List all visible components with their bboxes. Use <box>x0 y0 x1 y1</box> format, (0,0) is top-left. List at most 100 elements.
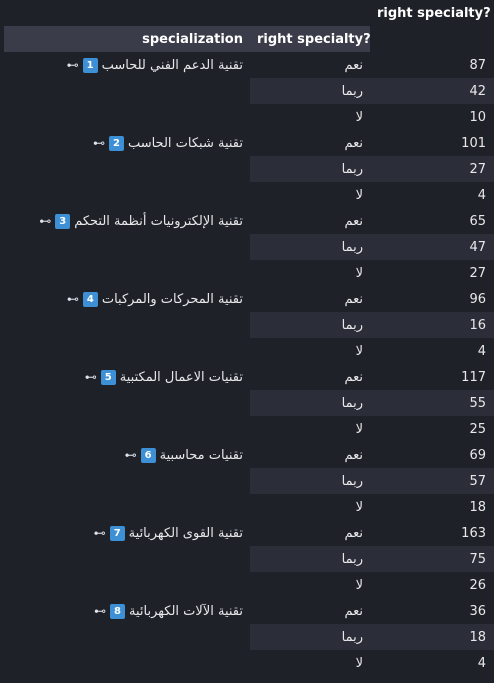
table-row: تقنية القوى الكهربائية 7 ⊶ نعم 163 <box>4 520 494 546</box>
table-row: ربما 42 <box>4 78 494 104</box>
value-cell: 42 <box>370 78 494 104</box>
value-cell: 4 <box>370 650 494 676</box>
number-badge-icon: 7 <box>109 525 125 541</box>
number-badge-icon: 6 <box>140 447 156 463</box>
table-row: ربما 27 <box>4 156 494 182</box>
header-row-top: right specialty? <box>4 0 494 26</box>
value-cell: 27 <box>370 260 494 286</box>
specialization-cell <box>4 650 250 676</box>
value-cell: 10 <box>370 104 494 130</box>
header-empty-value <box>370 26 494 52</box>
table-row: ربما 57 <box>4 468 494 494</box>
number-badge-icon: 2 <box>108 135 124 151</box>
key-icon: ⊶ <box>66 58 79 72</box>
value-cell: 18 <box>370 624 494 650</box>
value-cell: 96 <box>370 286 494 312</box>
specialization-name: تقنيات الاعمال المكتبية <box>119 369 243 385</box>
header-empty-answer <box>250 0 370 26</box>
specialization-cell <box>4 156 250 182</box>
key-icon: ⊶ <box>84 370 97 384</box>
key-icon: ⊶ <box>92 136 105 150</box>
value-cell: 18 <box>370 494 494 520</box>
answer-cell: ربما <box>250 468 370 494</box>
pivot-table: right specialty? specialization right sp… <box>4 0 494 676</box>
value-cell: 75 <box>370 546 494 572</box>
answer-cell: ربما <box>250 312 370 338</box>
specialization-name: تقنية القوى الكهربائية <box>128 525 243 541</box>
specialization-cell <box>4 234 250 260</box>
answer-cell: ربما <box>250 546 370 572</box>
specialization-cell: تقنية الإلكترونيات أنظمة التحكم 3 ⊶ <box>4 208 250 234</box>
value-cell: 26 <box>370 572 494 598</box>
answer-cell: ربما <box>250 78 370 104</box>
specialization-cell <box>4 494 250 520</box>
specialization-label: تقنيات الاعمال المكتبية 5 ⊶ <box>84 369 243 385</box>
specialization-cell: تقنية القوى الكهربائية 7 ⊶ <box>4 520 250 546</box>
specialization-cell <box>4 390 250 416</box>
value-cell: 16 <box>370 312 494 338</box>
answer-cell: ربما <box>250 156 370 182</box>
specialization-label: تقنية الإلكترونيات أنظمة التحكم 3 ⊶ <box>39 213 243 229</box>
key-icon: ⊶ <box>39 214 52 228</box>
specialization-cell <box>4 78 250 104</box>
specialization-name: تقنية الآلات الكهربائية <box>129 603 243 619</box>
value-cell: 55 <box>370 390 494 416</box>
answer-cell: نعم <box>250 130 370 156</box>
answer-cell: ربما <box>250 390 370 416</box>
table-row: لا 4 <box>4 650 494 676</box>
value-cell: 36 <box>370 598 494 624</box>
answer-cell: نعم <box>250 52 370 78</box>
answer-cell: ربما <box>250 624 370 650</box>
table-row: لا 4 <box>4 182 494 208</box>
specialization-cell <box>4 624 250 650</box>
value-cell: 163 <box>370 520 494 546</box>
value-cell: 47 <box>370 234 494 260</box>
value-cell: 69 <box>370 442 494 468</box>
answer-column-header[interactable]: right specialty? <box>250 26 370 52</box>
value-cell: 25 <box>370 416 494 442</box>
specialization-cell: تقنيات محاسبية 6 ⊶ <box>4 442 250 468</box>
specialization-label: تقنيات محاسبية 6 ⊶ <box>124 447 243 463</box>
key-icon: ⊶ <box>94 604 107 618</box>
table-row: لا 27 <box>4 260 494 286</box>
table-row: لا 10 <box>4 104 494 130</box>
specialization-name: تقنية شبكات الحاسب <box>127 135 243 151</box>
value-cell: 4 <box>370 182 494 208</box>
specialization-label: تقنية القوى الكهربائية 7 ⊶ <box>93 525 243 541</box>
answer-cell: لا <box>250 104 370 130</box>
answer-cell: نعم <box>250 520 370 546</box>
number-badge-icon: 1 <box>82 57 98 73</box>
value-cell: 87 <box>370 52 494 78</box>
value-cell: 57 <box>370 468 494 494</box>
answer-cell: لا <box>250 182 370 208</box>
table-row: تقنيات محاسبية 6 ⊶ نعم 69 <box>4 442 494 468</box>
specialization-label: تقنية الدعم الفني للحاسب 1 ⊶ <box>66 57 243 73</box>
specialization-cell: تقنية الآلات الكهربائية 8 ⊶ <box>4 598 250 624</box>
answer-cell: ربما <box>250 234 370 260</box>
answer-cell: لا <box>250 260 370 286</box>
table-row: لا 25 <box>4 416 494 442</box>
value-cell: 65 <box>370 208 494 234</box>
specialization-cell <box>4 312 250 338</box>
value-cell: 27 <box>370 156 494 182</box>
table-row: ربما 47 <box>4 234 494 260</box>
answer-cell: نعم <box>250 364 370 390</box>
key-icon: ⊶ <box>93 526 106 540</box>
specialization-cell <box>4 572 250 598</box>
table-body: تقنية الدعم الفني للحاسب 1 ⊶ نعم 87 ربما 42 لا 1… <box>4 52 494 676</box>
table-row: ربما 16 <box>4 312 494 338</box>
specialization-label: تقنية المحركات والمركبات 4 ⊶ <box>66 291 243 307</box>
header-row-index: specialization right specialty? <box>4 26 494 52</box>
specialization-column-header[interactable]: specialization <box>4 26 250 52</box>
specialization-cell: تقنية المحركات والمركبات 4 ⊶ <box>4 286 250 312</box>
table-row: لا 4 <box>4 338 494 364</box>
number-badge-icon: 8 <box>110 603 126 619</box>
specialization-name: تقنيات محاسبية <box>159 447 243 463</box>
specialization-cell <box>4 416 250 442</box>
key-icon: ⊶ <box>66 292 79 306</box>
value-column-header[interactable]: right specialty? <box>370 0 494 26</box>
specialization-label: تقنية شبكات الحاسب 2 ⊶ <box>92 135 243 151</box>
number-badge-icon: 5 <box>100 369 116 385</box>
key-icon: ⊶ <box>124 448 137 462</box>
answer-cell: نعم <box>250 208 370 234</box>
